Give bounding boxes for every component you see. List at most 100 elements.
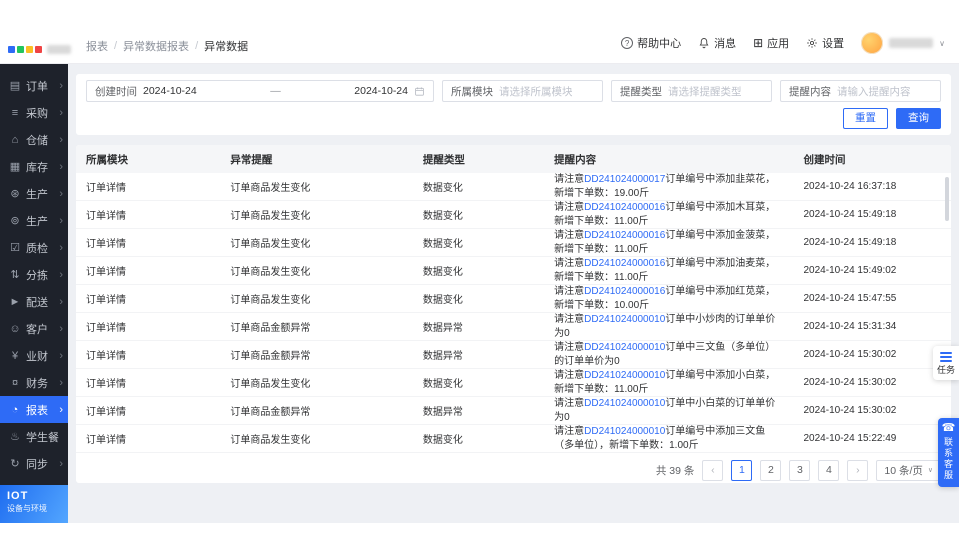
chevron-right-icon: › <box>59 296 63 308</box>
contact-label: 联系客服 <box>942 437 955 481</box>
order-number-link[interactable]: DD241024000010 <box>584 370 665 381</box>
sidebar-item-warehouse[interactable]: ⌂ 仓储 › <box>0 126 68 153</box>
help-center-button[interactable]: ? 帮助中心 <box>621 35 681 51</box>
sidebar-item-business-finance[interactable]: ¥ 业财 › <box>0 342 68 369</box>
settings-label: 设置 <box>822 35 844 51</box>
content-prefix: 请注意 <box>554 202 584 213</box>
business-finance-icon: ¥ <box>9 350 21 362</box>
reset-button[interactable]: 重置 <box>843 108 888 129</box>
page-button-2[interactable]: 2 <box>760 460 781 481</box>
date-range-picker[interactable]: 创建时间 2024-10-24 — 2024-10-24 <box>86 80 434 102</box>
sidebar-item-quality[interactable]: ☑ 质检 › <box>0 234 68 261</box>
sidebar-item-label: 客户 <box>26 321 48 337</box>
order-number-link[interactable]: DD241024000010 <box>584 426 665 437</box>
user-name-blurred <box>889 38 933 48</box>
chevron-right-icon: › <box>59 377 63 389</box>
sidebar-item-sync[interactable]: ↻ 同步 › <box>0 450 68 477</box>
cell-type: 数据变化 <box>413 263 544 278</box>
iot-banner[interactable]: IOT 设备与环境 <box>0 485 68 523</box>
order-number-link[interactable]: DD241024000016 <box>584 202 665 213</box>
order-number-link[interactable]: DD241024000010 <box>584 398 665 409</box>
apps-button[interactable]: ⊞ 应用 <box>753 35 789 51</box>
page-size-value: 10 条/页 <box>884 463 923 478</box>
date-start-value[interactable]: 2024-10-24 <box>143 85 197 97</box>
cell-type: 数据变化 <box>413 179 544 194</box>
cell-time: 2024-10-24 16:37:18 <box>794 181 952 192</box>
cell-module: 订单详情 <box>76 235 220 250</box>
cell-content: 请注意DD241024000010订单编号中添加三文鱼（多单位），新增下单数：1… <box>544 425 793 452</box>
alert-content-label: 提醒内容 <box>789 84 831 99</box>
table-row: 订单详情 订单商品发生变化 数据变化 请注意DD241024000016订单编号… <box>76 201 951 229</box>
messages-button[interactable]: 消息 <box>698 35 736 51</box>
settings-button[interactable]: 设置 <box>806 35 844 51</box>
sidebar-item-label: 生产 <box>26 213 48 229</box>
cell-type: 数据异常 <box>413 403 544 418</box>
sidebar-item-student-meals[interactable]: ♨ 学生餐 › <box>0 423 68 450</box>
column-alert: 异常提醒 <box>220 152 413 167</box>
order-number-link[interactable]: DD241024000010 <box>584 342 665 353</box>
cell-module: 订单详情 <box>76 207 220 222</box>
order-number-link[interactable]: DD241024000017 <box>584 174 665 185</box>
order-number-link[interactable]: DD241024000016 <box>584 230 665 241</box>
sidebar-item-customers[interactable]: ☺ 客户 › <box>0 315 68 342</box>
sidebar-item-orders[interactable]: ▤ 订单 › <box>0 72 68 99</box>
alert-type-select[interactable]: 提醒类型 请选择提醒类型 <box>611 80 772 102</box>
sidebar-item-production-1[interactable]: ⊛ 生产 › <box>0 180 68 207</box>
iot-subtitle: 设备与环境 <box>7 503 61 514</box>
sidebar-item-label: 质检 <box>26 240 48 256</box>
date-end-value[interactable]: 2024-10-24 <box>354 85 408 97</box>
table-row: 订单详情 订单商品发生变化 数据变化 请注意DD241024000016订单编号… <box>76 285 951 313</box>
sidebar-item-delivery[interactable]: ► 配送 › <box>0 288 68 315</box>
sidebar-item-production-2[interactable]: ⊚ 生产 › <box>0 207 68 234</box>
chevron-right-icon: › <box>59 161 63 173</box>
sidebar-item-finance[interactable]: ¤ 财务 › <box>0 369 68 396</box>
alert-content-input[interactable]: 提醒内容 请输入提醒内容 <box>780 80 941 102</box>
next-page-button[interactable]: › <box>847 460 868 481</box>
page-button-3[interactable]: 3 <box>789 460 810 481</box>
sidebar-item-inventory[interactable]: ▦ 库存 › <box>0 153 68 180</box>
content-prefix: 请注意 <box>554 426 584 437</box>
logo-square-blue <box>8 46 15 53</box>
filter-buttons: 重置 查询 <box>86 108 941 129</box>
sidebar-item-label: 同步 <box>26 456 48 472</box>
sidebar-item-label: 采购 <box>26 105 48 121</box>
sidebar-item-sorting[interactable]: ⇅ 分拣 › <box>0 261 68 288</box>
prev-page-button[interactable]: ‹ <box>702 460 723 481</box>
page-button-1[interactable]: 1 <box>731 460 752 481</box>
logo <box>8 45 74 54</box>
cell-content: 请注意DD241024000016订单编号中添加油麦菜，新增下单数：11.00斤 <box>544 257 793 284</box>
user-menu[interactable]: ∨ <box>861 32 945 54</box>
sidebar-item-procurement[interactable]: ≡ 采购 › <box>0 99 68 126</box>
logo-text-blurred <box>47 45 71 54</box>
order-number-link[interactable]: DD241024000016 <box>584 258 665 269</box>
production-1-icon: ⊛ <box>9 187 21 200</box>
page-button-4[interactable]: 4 <box>818 460 839 481</box>
column-time: 创建时间 <box>794 152 952 167</box>
cell-alert: 订单商品金额异常 <box>220 403 413 418</box>
content-prefix: 请注意 <box>554 370 584 381</box>
customers-icon: ☺ <box>9 323 21 335</box>
date-separator: — <box>203 85 349 97</box>
main-content: 创建时间 2024-10-24 — 2024-10-24 所属模块 请选择所属模… <box>68 64 959 523</box>
contact-float-button[interactable]: ☎ 联系客服 <box>938 418 959 487</box>
order-number-link[interactable]: DD241024000016 <box>584 286 665 297</box>
search-button[interactable]: 查询 <box>896 108 941 129</box>
order-number-link[interactable]: DD241024000010 <box>584 314 665 325</box>
table-row: 订单详情 订单商品金额异常 数据异常 请注意DD241024000010订单中小… <box>76 397 951 425</box>
module-placeholder: 请选择所属模块 <box>499 84 573 99</box>
scrollbar-thumb[interactable] <box>945 177 949 221</box>
module-select[interactable]: 所属模块 请选择所属模块 <box>442 80 603 102</box>
content-prefix: 请注意 <box>554 342 584 353</box>
sidebar-item-label: 财务 <box>26 375 48 391</box>
sidebar-item-reports[interactable]: ◔ 报表 › <box>0 396 68 423</box>
filter-panel: 创建时间 2024-10-24 — 2024-10-24 所属模块 请选择所属模… <box>76 74 951 135</box>
tasks-float-button[interactable]: 任务 <box>933 346 959 380</box>
cell-alert: 订单商品发生变化 <box>220 263 413 278</box>
breadcrumb-reports[interactable]: 报表 <box>86 38 108 54</box>
cell-content: 请注意DD241024000016订单编号中添加红苋菜，新增下单数：10.00斤 <box>544 285 793 312</box>
alert-content-placeholder: 请输入提醒内容 <box>837 84 911 99</box>
chevron-right-icon: › <box>59 242 63 254</box>
page-size-select[interactable]: 10 条/页 ∨ <box>876 460 941 481</box>
logo-square-red <box>35 46 42 53</box>
breadcrumb-exception-report[interactable]: 异常数据报表 <box>123 38 189 54</box>
